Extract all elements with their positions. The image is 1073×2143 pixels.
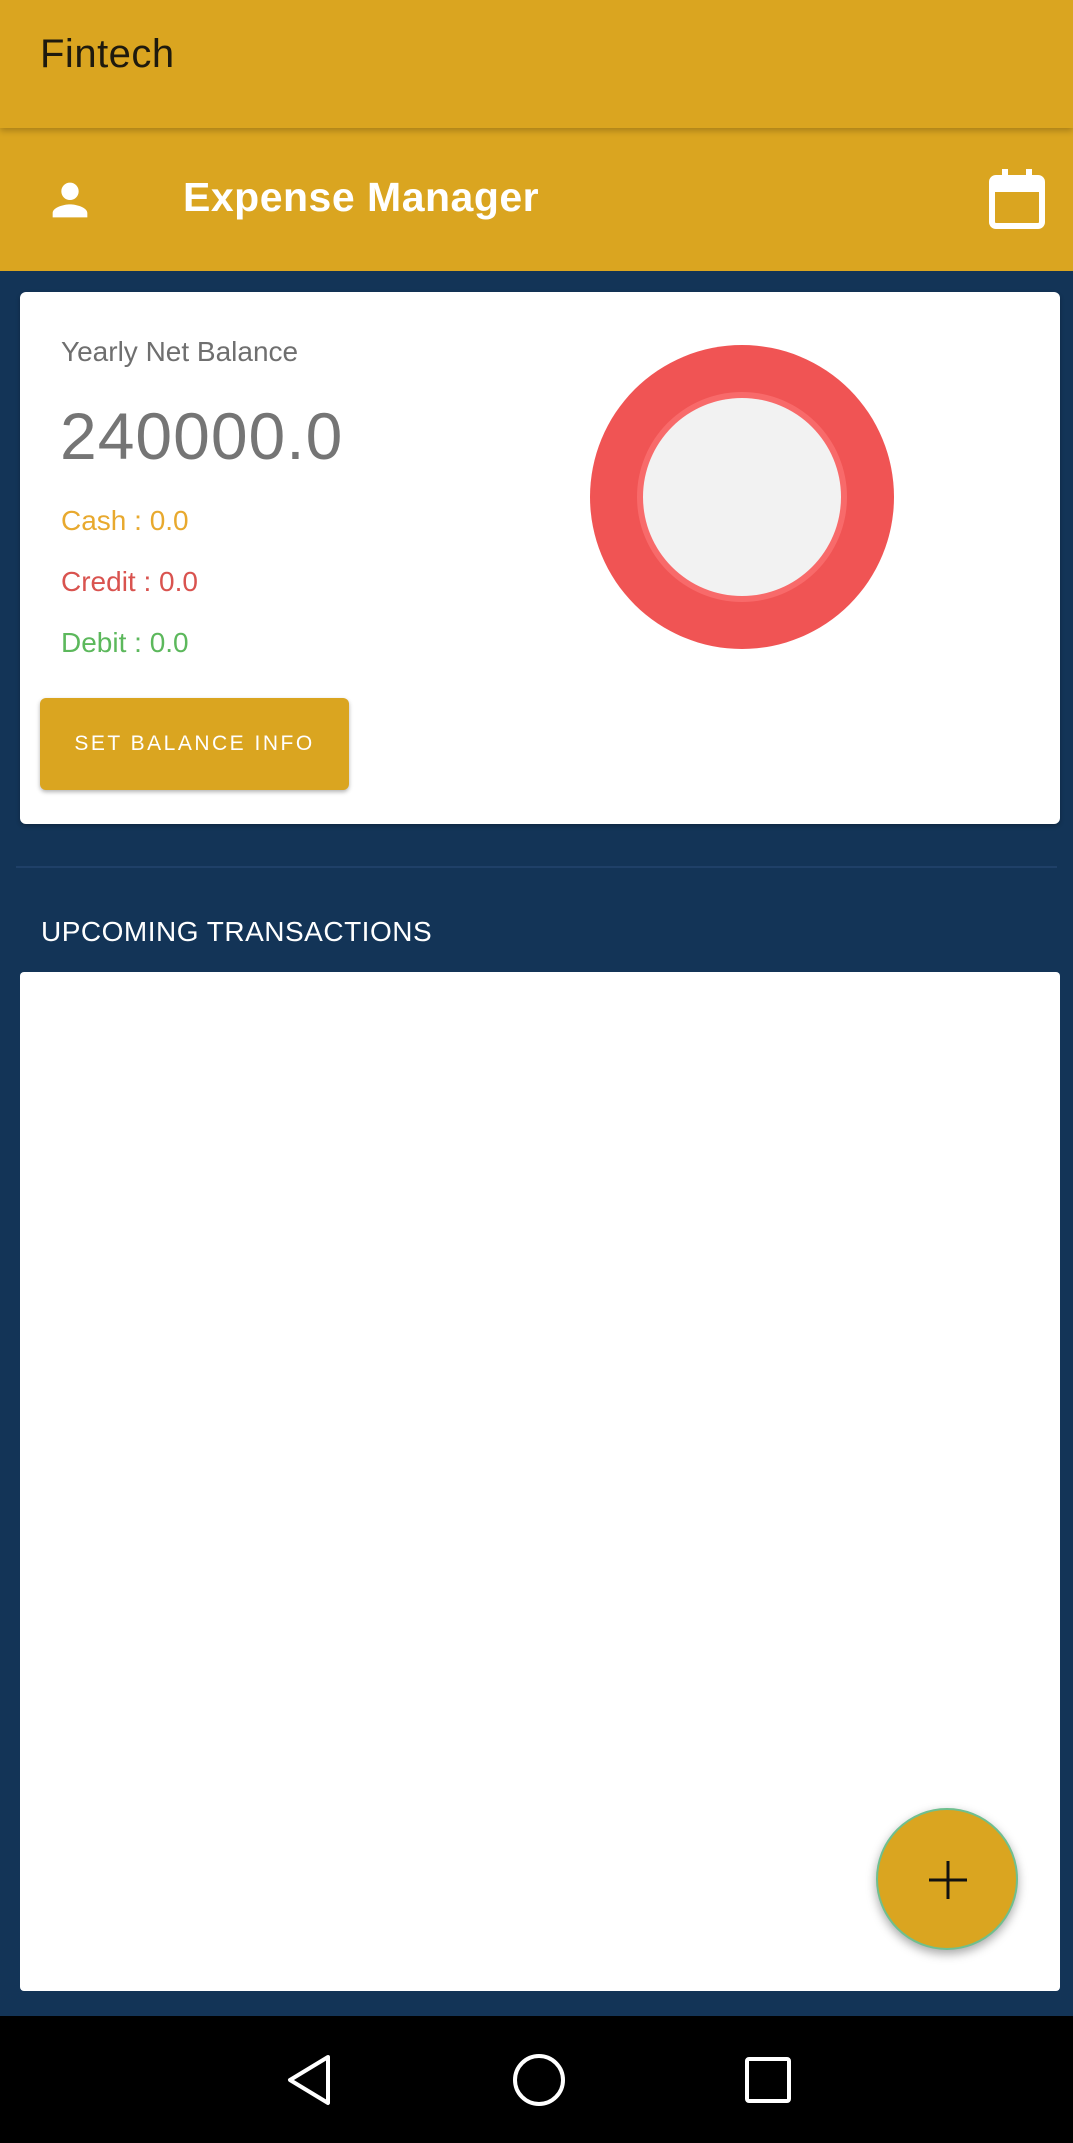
recents-icon[interactable]	[744, 2056, 792, 2104]
balance-amount: 240000.0	[60, 399, 344, 473]
app-title: Fintech	[40, 32, 175, 76]
toolbar: Expense Manager	[0, 128, 1073, 271]
upcoming-transactions-title: UPCOMING TRANSACTIONS	[41, 916, 433, 947]
system-nav-bar	[0, 2016, 1073, 2143]
balance-card: Yearly Net Balance 240000.0 Cash : 0.0 C…	[20, 292, 1060, 824]
app-bar: Fintech	[0, 0, 1073, 128]
balance-heading: Yearly Net Balance	[61, 336, 299, 367]
set-balance-info-button[interactable]: SET BALANCE INFO	[40, 698, 349, 790]
person-icon[interactable]	[44, 174, 96, 226]
back-icon[interactable]	[284, 2053, 334, 2107]
cash-label: Cash : 0.0	[61, 505, 189, 536]
plus-icon	[929, 1861, 967, 1899]
add-transaction-button[interactable]	[876, 1808, 1018, 1950]
section-divider	[16, 866, 1057, 868]
credit-label: Credit : 0.0	[61, 566, 198, 597]
donut-center	[643, 398, 841, 596]
balance-donut-chart[interactable]	[587, 342, 897, 652]
home-icon[interactable]	[512, 2053, 566, 2107]
calendar-icon[interactable]	[988, 168, 1046, 230]
debit-label: Debit : 0.0	[61, 627, 189, 658]
toolbar-title: Expense Manager	[183, 174, 540, 220]
